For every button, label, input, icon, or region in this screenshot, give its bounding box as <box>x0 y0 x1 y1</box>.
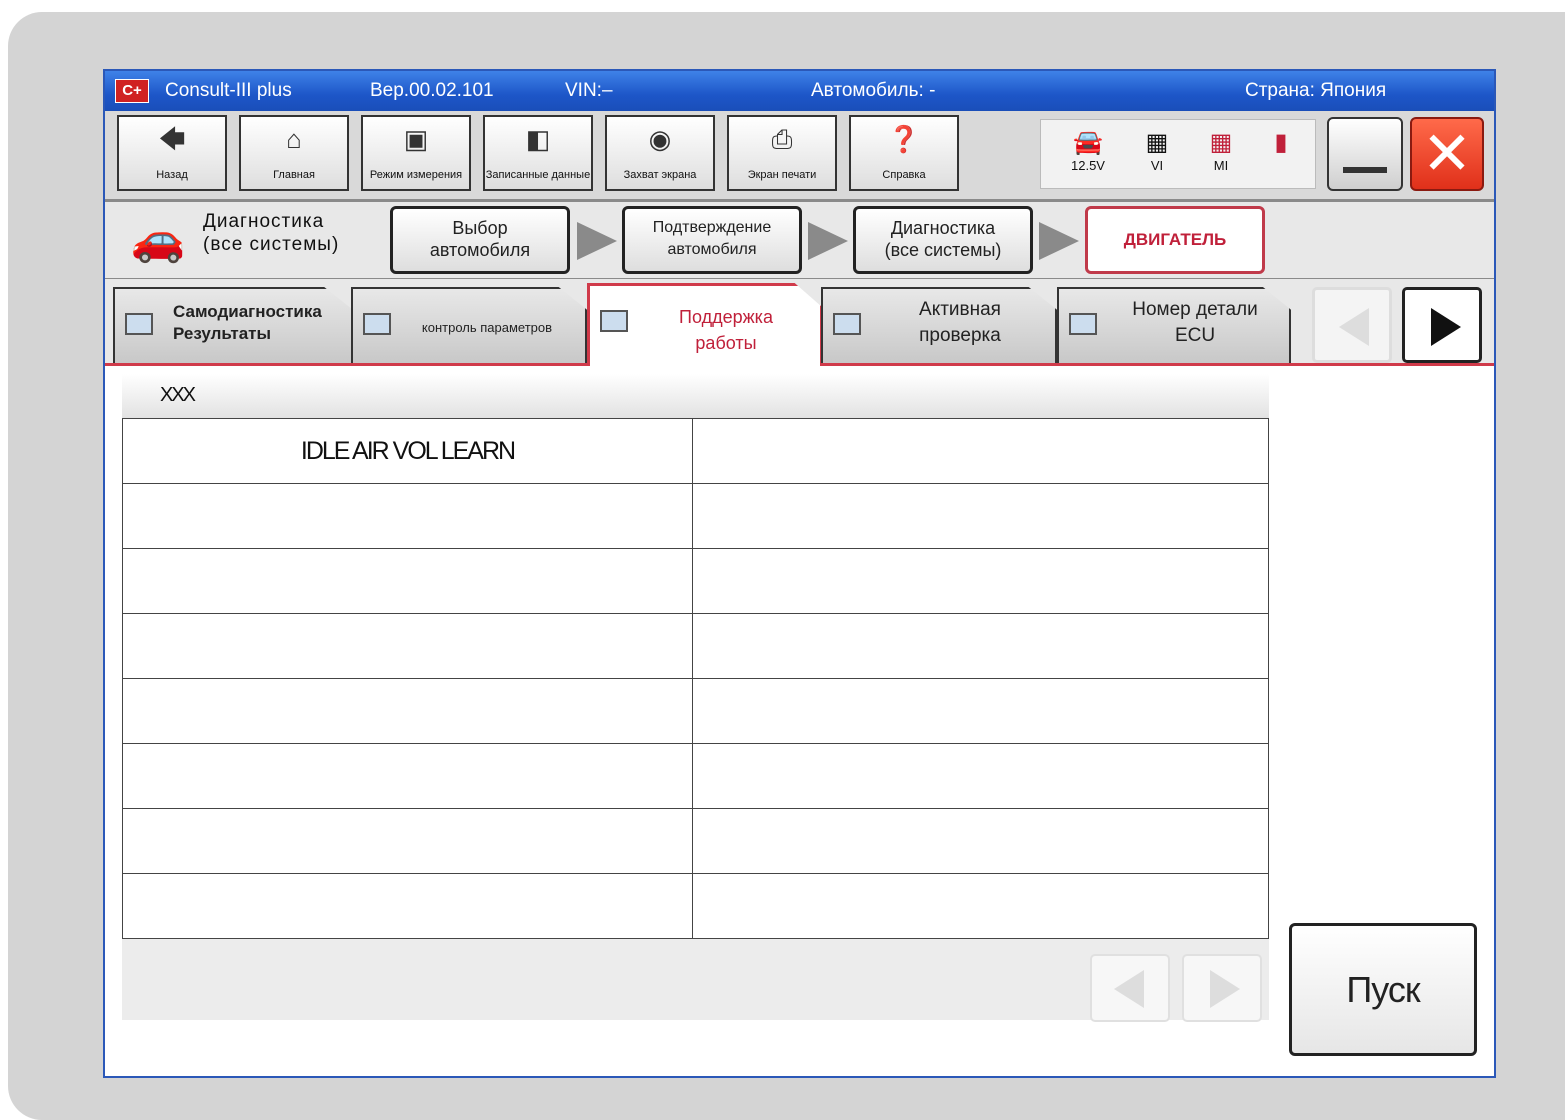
panel-header: XXX <box>122 374 1269 418</box>
active-test-icon <box>833 313 861 335</box>
car-battery-icon: 🚘 <box>1073 129 1103 156</box>
country-label: Страна: Япония <box>1245 80 1387 101</box>
camera-icon: ◉ <box>648 124 672 154</box>
back-button[interactable]: 🡄 Назад <box>117 115 227 191</box>
start-button[interactable]: Пуск <box>1289 923 1477 1056</box>
tab-self-diagnosis[interactable]: Самодиагностика Результаты <box>113 287 353 363</box>
help-icon: ❓ <box>887 124 921 154</box>
step-arrow-icon <box>808 222 848 260</box>
table-cell[interactable] <box>692 808 1269 874</box>
table-cell[interactable] <box>122 743 693 809</box>
step-arrow-icon <box>1039 222 1079 260</box>
table-cell[interactable] <box>692 873 1269 939</box>
table-cell[interactable]: IDLE AIR VOL LEARN <box>122 418 693 484</box>
vehicle-label: Автомобиль: - <box>811 80 936 101</box>
work-support-icon <box>600 310 628 332</box>
tabs-prev-button[interactable] <box>1312 287 1392 363</box>
table-cell[interactable] <box>122 808 693 874</box>
vehicle-confirm-step[interactable]: Подтверждение автомобиля <box>622 206 802 274</box>
ecu-icon <box>1069 313 1097 335</box>
monitor-icon <box>363 313 391 335</box>
table-row[interactable]: IDLE AIR VOL LEARN <box>122 418 1269 484</box>
close-button[interactable]: ✕ <box>1410 117 1484 191</box>
printer-icon: ⎙ <box>771 124 793 154</box>
app-window: C+ Consult-III plus Вер.00.02.101 VIN:– … <box>103 69 1496 1078</box>
table-cell[interactable] <box>122 678 693 744</box>
vi-status: ▦ VI <box>1137 128 1177 173</box>
tab-work-support[interactable]: Поддержка работы <box>587 283 823 366</box>
step-arrow-icon <box>577 222 617 260</box>
version-label: Вер.00.02.101 <box>370 80 494 101</box>
all-systems-diag-step[interactable]: Диагностика (все системы) <box>853 206 1033 274</box>
chevron-right-icon <box>1431 308 1461 346</box>
measure-mode-icon: ▣ <box>403 124 429 154</box>
mi-signal-icon: ▦ <box>1209 129 1233 156</box>
print-screen-button[interactable]: ⎙ Экран печати <box>727 115 837 191</box>
app-name: Consult-III plus <box>165 80 292 101</box>
table-cell[interactable] <box>122 483 693 549</box>
mi-status: ▦ MI <box>1201 128 1241 173</box>
battery-icon: ▮ <box>1274 129 1288 156</box>
table-row[interactable] <box>122 613 1269 679</box>
breadcrumb: 🚗 Диагностика (все системы) Выбор автомо… <box>105 202 1494 281</box>
diagnosis-icon <box>125 313 153 335</box>
table-cell[interactable] <box>692 678 1269 744</box>
table-cell[interactable] <box>122 613 693 679</box>
section-title: Диагностика (все системы) <box>203 211 340 255</box>
app-logo: C+ <box>115 79 149 103</box>
table-row[interactable] <box>122 548 1269 614</box>
table-row[interactable] <box>122 483 1269 549</box>
screen-capture-button[interactable]: ◉ Захват экрана <box>605 115 715 191</box>
help-button[interactable]: ❓ Справка <box>849 115 959 191</box>
table-row[interactable] <box>122 678 1269 744</box>
vi-signal-icon: ▦ <box>1145 129 1169 156</box>
page-next-button[interactable] <box>1182 954 1262 1022</box>
work-support-table: IDLE AIR VOL LEARN <box>122 418 1269 939</box>
table-cell[interactable] <box>692 548 1269 614</box>
tab-data-monitor[interactable]: контроль параметров <box>351 287 587 363</box>
table-row[interactable] <box>122 743 1269 809</box>
toolbar: 🡄 Назад ⌂ Главная ▣ Режим измерения ◧ За… <box>105 111 1494 202</box>
back-arrow-icon: 🡄 <box>158 124 186 154</box>
technician-car-icon: 🚗 <box>130 215 186 264</box>
chevron-right-icon <box>1210 970 1240 1008</box>
tabs-next-button[interactable] <box>1402 287 1482 363</box>
tab-bar: Самодиагностика Результаты контроль пара… <box>105 279 1494 366</box>
minimize-button[interactable] <box>1327 117 1403 191</box>
battery-indicator: ▮ <box>1256 128 1306 158</box>
table-cell[interactable] <box>692 613 1269 679</box>
table-cell[interactable] <box>122 873 693 939</box>
engine-step[interactable]: ДВИГАТЕЛЬ <box>1085 206 1265 274</box>
table-cell[interactable] <box>692 743 1269 809</box>
table-cell[interactable] <box>692 483 1269 549</box>
home-button[interactable]: ⌂ Главная <box>239 115 349 191</box>
status-panel: 🚘 12.5V ▦ VI ▦ MI ▮ <box>1040 119 1316 189</box>
table-row[interactable] <box>122 873 1269 939</box>
tab-ecu-part-number[interactable]: Номер детали ECU <box>1057 287 1291 363</box>
measure-mode-button[interactable]: ▣ Режим измерения <box>361 115 471 191</box>
battery-status: 🚘 12.5V <box>1053 128 1123 173</box>
chevron-left-icon <box>1339 308 1369 346</box>
vin-label: VIN:– <box>565 80 613 101</box>
page-prev-button[interactable] <box>1090 954 1170 1022</box>
close-icon: ✕ <box>1421 120 1473 187</box>
work-support-panel: XXX IDLE AIR VOL LEARN <box>122 374 1269 1022</box>
chevron-left-icon <box>1114 970 1144 1008</box>
home-icon: ⌂ <box>286 124 302 154</box>
main-content: XXX IDLE AIR VOL LEARN Пуск <box>105 366 1494 1076</box>
table-cell[interactable] <box>692 418 1269 484</box>
tab-active-test[interactable]: Активная проверка <box>821 287 1057 363</box>
recorded-data-icon: ◧ <box>525 124 551 154</box>
table-row[interactable] <box>122 808 1269 874</box>
recorded-data-button[interactable]: ◧ Записанные данные <box>483 115 593 191</box>
vehicle-select-step[interactable]: Выбор автомобиля <box>390 206 570 274</box>
table-cell[interactable] <box>122 548 693 614</box>
title-bar: C+ Consult-III plus Вер.00.02.101 VIN:– … <box>105 71 1494 111</box>
